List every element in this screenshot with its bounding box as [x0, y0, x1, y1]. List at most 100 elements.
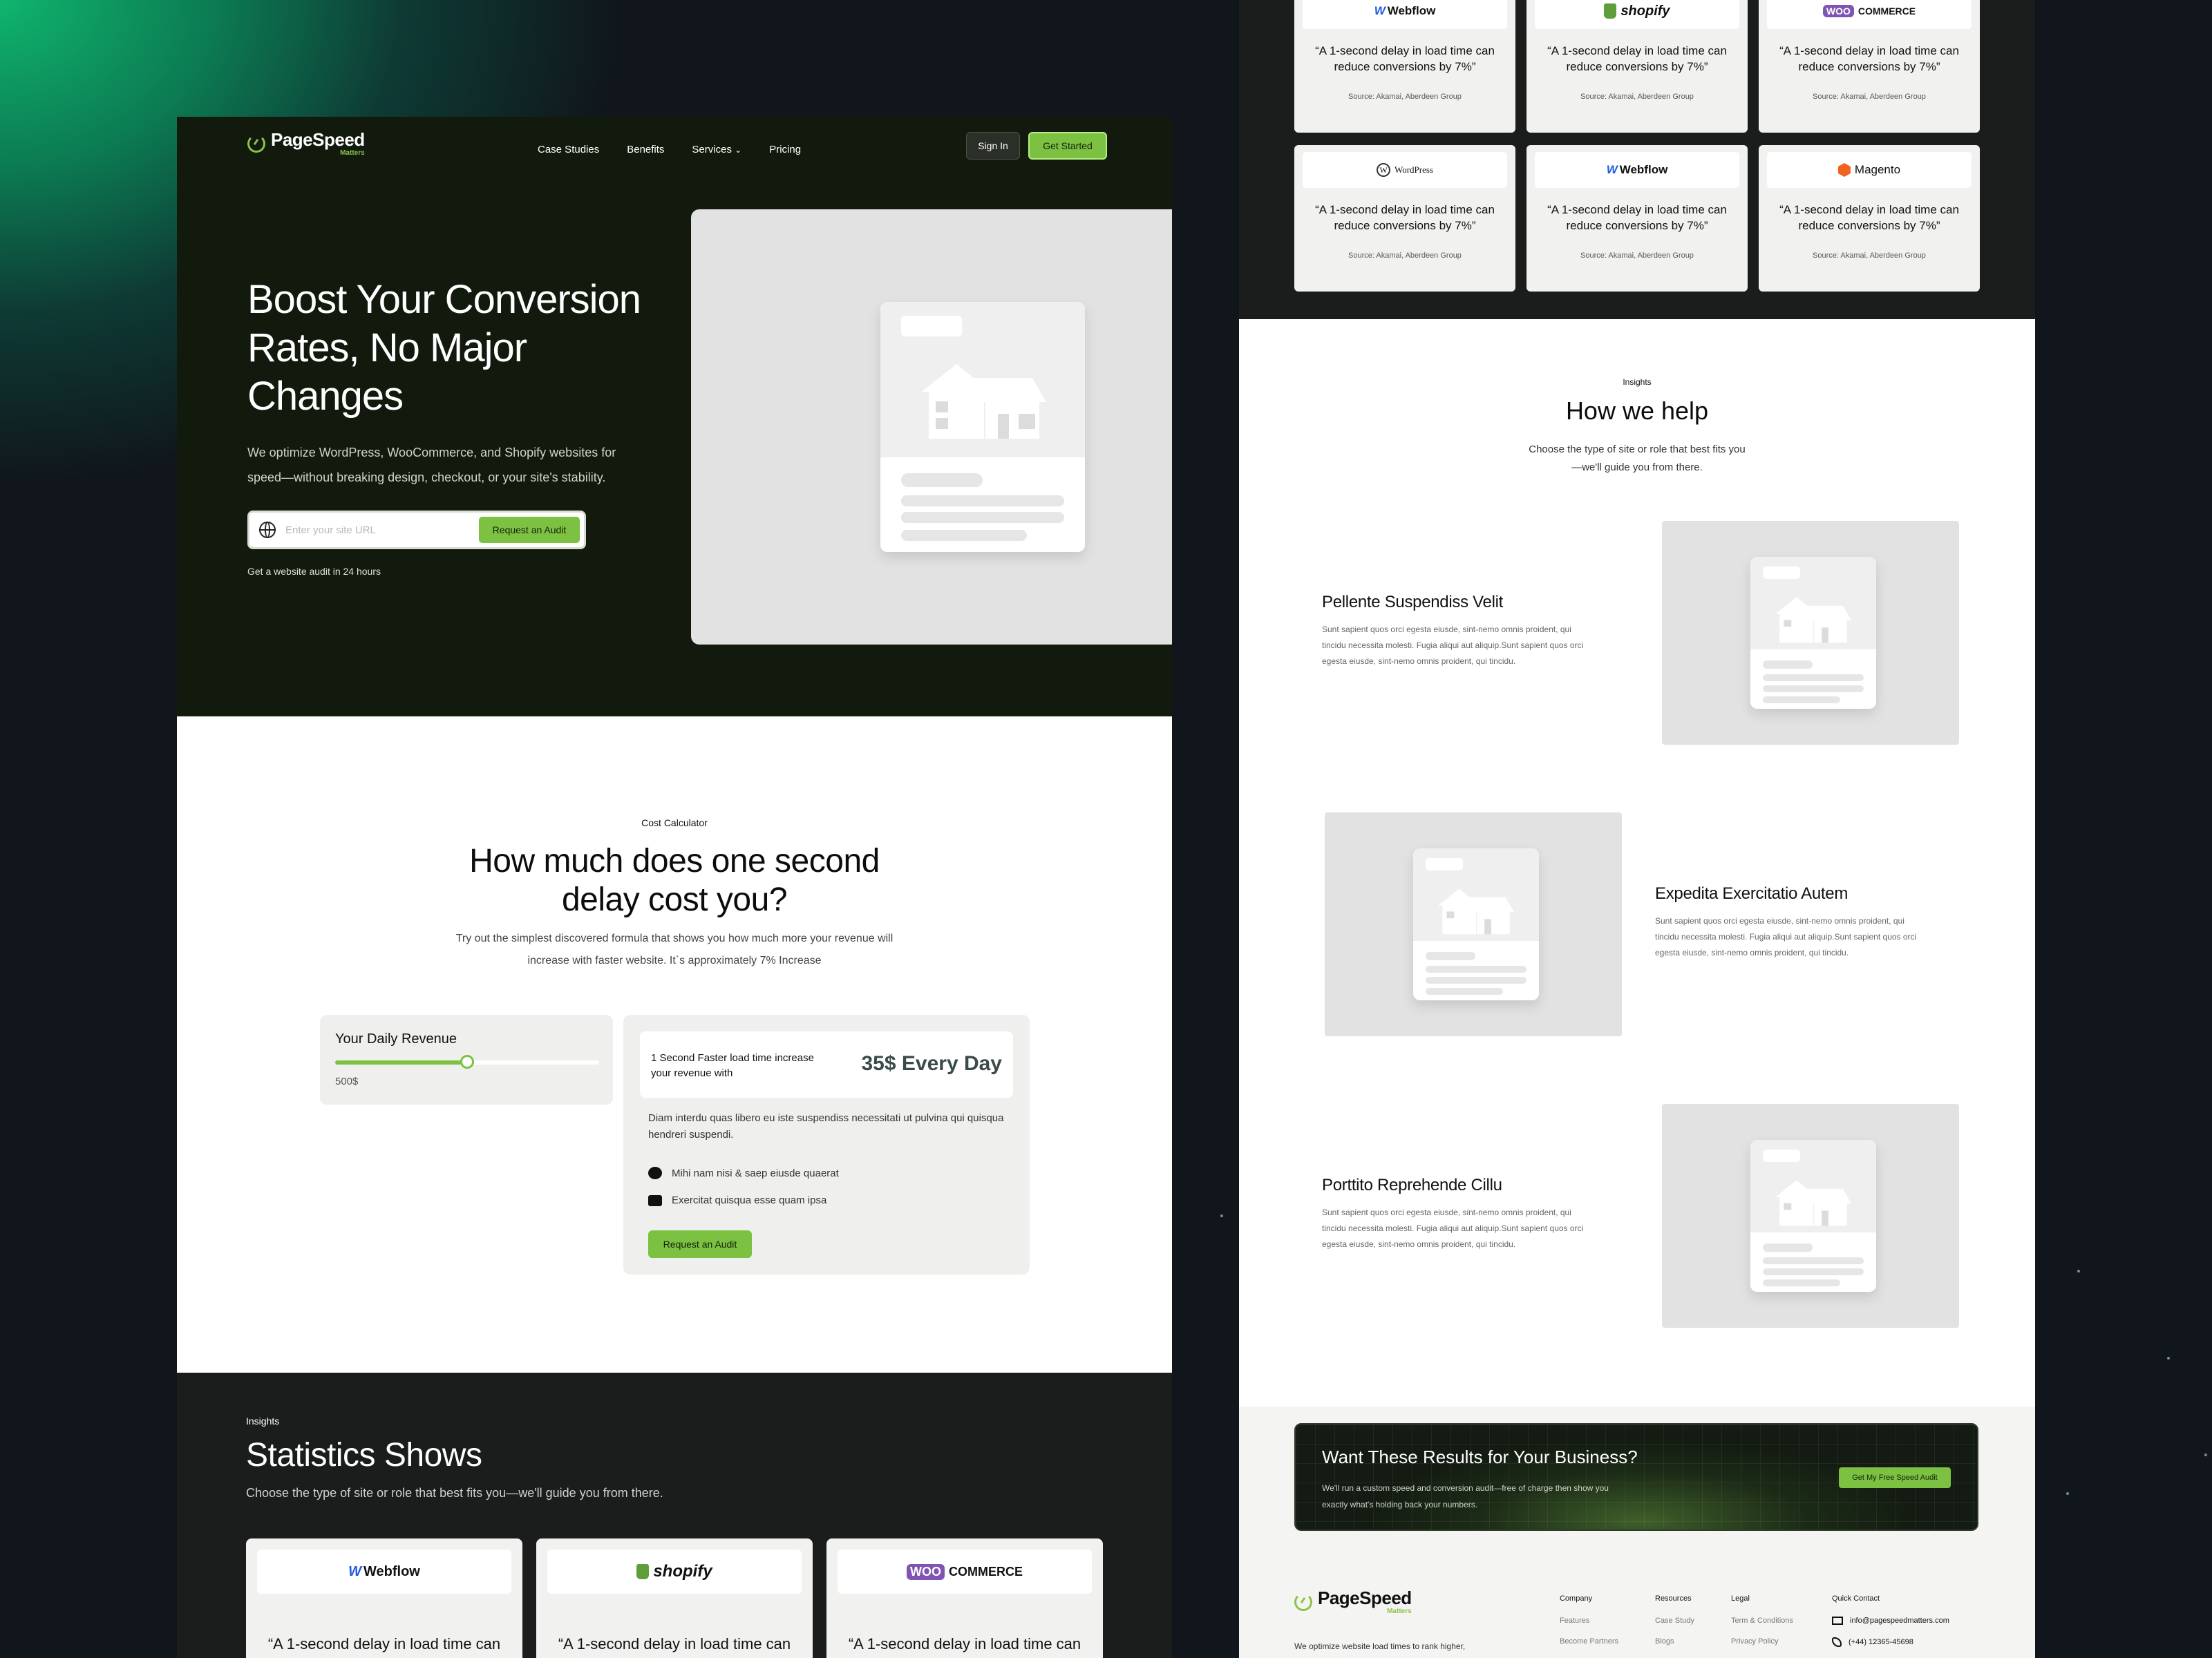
nav-services[interactable]: Services ⌄: [692, 144, 741, 155]
footer: PageSpeed Matters We optimize website lo…: [1239, 1582, 2035, 1658]
result-amount: 35$ Every Day: [861, 1052, 1003, 1075]
shopify-logo: shopify: [636, 1562, 712, 1581]
request-audit-button[interactable]: Request an Audit: [479, 517, 580, 543]
stat-quote-line2: reduce conversions by 7%”: [1798, 60, 1940, 73]
stat-quote-line1: “A 1-second delay in load time can: [1315, 203, 1495, 216]
brand-name: shopify: [653, 1562, 712, 1581]
help-desc-line2: —we'll guide you from there.: [1571, 461, 1703, 473]
main-nav: Case Studies Benefits Services ⌄ Pricing: [538, 139, 801, 160]
nav-services-label: Services: [692, 143, 732, 155]
feature-text: Sunt sapient quos orci egesta eiusde, si…: [1322, 1208, 1584, 1249]
wordpress-icon: W: [1376, 163, 1390, 177]
footer-link[interactable]: Case Study: [1655, 1617, 1694, 1625]
brand-logo-bar: shopify: [547, 1550, 802, 1594]
footer-email-text: info@pagespeedmatters.com: [1850, 1617, 1949, 1625]
url-form: Request an Audit: [247, 511, 586, 549]
nav-pricing[interactable]: Pricing: [769, 144, 801, 155]
stat-source: Source: Akamai, Aberdeen Group: [1348, 93, 1462, 101]
speed-gauge-icon: [1294, 1593, 1312, 1611]
stat-card: Magento “A 1-second delay in load time c…: [1759, 145, 1980, 292]
stat-card: W Webflow “A 1-second delay in load time …: [1526, 145, 1748, 292]
nav-benefits[interactable]: Benefits: [627, 144, 664, 155]
result-desc: Diam interdu quas libero eu iste suspend…: [648, 1112, 1004, 1141]
sign-in-button[interactable]: Sign In: [966, 132, 1020, 160]
stat-quote-line1: “A 1-second delay in load time can: [1315, 44, 1495, 57]
bullet-item: Mihi nam nisi & saep eiusde quaerat: [648, 1167, 839, 1179]
revenue-slider-handle[interactable]: [460, 1055, 474, 1069]
calculator-title: How much does one second delay cost you?: [177, 842, 1172, 919]
webflow-icon: W: [1606, 163, 1618, 176]
stat-quote-line2: reduce conversions by 7%”: [1566, 60, 1708, 73]
footer-heading: Quick Contact: [1832, 1594, 1880, 1603]
brand-logo-bar: WOO COMMERCE: [838, 1550, 1092, 1594]
shopify-logo: shopify: [1604, 3, 1670, 19]
stat-quote: “A 1-second delay in load time can reduce…: [1294, 202, 1515, 234]
hero-image-placeholder: [691, 209, 1172, 645]
help-desc-line1: Choose the type of site or role that bes…: [1529, 444, 1746, 455]
stat-card: W Webflow “A 1-second delay in load time …: [1294, 0, 1515, 133]
footer-link[interactable]: Become Partners: [1560, 1637, 1618, 1646]
hero-section: PageSpeed Matters Case Studies Benefits …: [177, 117, 1172, 716]
calculator-title-line2: delay cost you?: [561, 882, 788, 918]
stat-source: Source: Akamai, Aberdeen Group: [1580, 93, 1694, 101]
brand-logo-bar: shopify: [1535, 0, 1739, 29]
brand-name: WordPress: [1394, 164, 1433, 175]
stat-card: W WordPress “A 1-second delay in load tim…: [1294, 145, 1515, 292]
footer-heading: Company: [1560, 1594, 1593, 1603]
footer-link[interactable]: Features: [1560, 1617, 1618, 1625]
stat-quote-line1: “A 1-second delay in load time can: [1547, 44, 1727, 57]
nav-case-studies[interactable]: Case Studies: [538, 144, 599, 155]
footer-logo[interactable]: PageSpeed Matters: [1294, 1589, 1412, 1615]
feature-item: Expedita Exercitatio Autem Sunt sapient …: [1655, 884, 1918, 961]
footer-link[interactable]: Term & Conditions: [1731, 1617, 1793, 1625]
globe-icon: [259, 522, 276, 538]
footer-column-contact: Quick Contact info@pagespeedmatters.com …: [1832, 1594, 1949, 1658]
daily-revenue-panel: Your Daily Revenue 500$: [320, 1015, 613, 1105]
placeholder-card: [1750, 1140, 1876, 1292]
feature-title: Porttito Reprehende Cillu: [1322, 1176, 1502, 1194]
magento-logo: Magento: [1837, 163, 1900, 177]
revenue-slider-track[interactable]: [335, 1055, 599, 1069]
cost-calculator-section: Cost Calculator How much does one second…: [177, 716, 1172, 1373]
site-url-input[interactable]: [285, 524, 479, 536]
stat-quote: “A 1-second delay in load time can reduce…: [1526, 43, 1748, 75]
brand-logo-bar: WOO COMMERCE: [1767, 0, 1972, 29]
footer-about: We optimize website load times to rank h…: [1294, 1641, 1466, 1651]
site-logo[interactable]: PageSpeed Matters: [247, 131, 365, 157]
free-audit-button[interactable]: Get My Free Speed Audit: [1839, 1467, 1951, 1488]
footer-link[interactable]: Privacy Policy: [1731, 1637, 1793, 1646]
calculator-title-line1: How much does one second: [469, 843, 880, 879]
placeholder-card: [1413, 848, 1539, 1000]
wordpress-logo: W WordPress: [1376, 163, 1433, 177]
logo-sub: Matters: [340, 149, 365, 157]
footer-column-legal: Legal Term & Conditions Privacy Policy: [1731, 1594, 1793, 1658]
stat-card: shopify “A 1-second delay in load time c…: [536, 1538, 813, 1658]
calculator-audit-button[interactable]: Request an Audit: [648, 1230, 752, 1258]
stat-quote-line1: “A 1-second delay in load time can: [1779, 44, 1959, 57]
woo-badge-icon: WOO: [1822, 5, 1854, 17]
calculator-desc: Try out the simplest discovered formula …: [177, 928, 1172, 972]
shopify-bag-icon: [636, 1564, 650, 1579]
footer-link[interactable]: Blogs: [1655, 1637, 1694, 1646]
placeholder-card: [880, 302, 1085, 552]
revenue-slider-fill: [335, 1060, 467, 1065]
mail-icon: [1832, 1617, 1843, 1625]
stat-quote-line1: “A 1-second delay in load time can: [1779, 203, 1959, 216]
footer-phone[interactable]: (+44) 12365-45698: [1832, 1637, 1949, 1647]
cta-title: Want These Results for Your Business?: [1322, 1447, 1638, 1467]
feature-text: Sunt sapient quos orci egesta eiusde, si…: [1322, 625, 1584, 666]
stats-eyebrow: Insights: [246, 1416, 280, 1427]
stat-card: W Webflow “A 1-second delay in load time …: [246, 1538, 522, 1658]
calculator-eyebrow: Cost Calculator: [641, 817, 708, 828]
stats-desc: Choose the type of site or role that bes…: [246, 1486, 663, 1500]
hero-lead: We optimize WordPress, WooCommerce, and …: [247, 446, 616, 484]
brand-logo-bar: W Webflow: [257, 1550, 511, 1594]
brand-logo-bar: W Webflow: [1303, 0, 1507, 29]
footer-heading: Resources: [1655, 1594, 1692, 1603]
stat-quote: “A 1-second delay in load time can: [848, 1635, 1081, 1652]
footer-email[interactable]: info@pagespeedmatters.com: [1832, 1617, 1949, 1625]
decorative-star: [2167, 1357, 2170, 1360]
get-started-button[interactable]: Get Started: [1028, 132, 1107, 160]
feature-image-placeholder: [1325, 812, 1622, 1036]
stat-source: Source: Akamai, Aberdeen Group: [1580, 251, 1694, 260]
